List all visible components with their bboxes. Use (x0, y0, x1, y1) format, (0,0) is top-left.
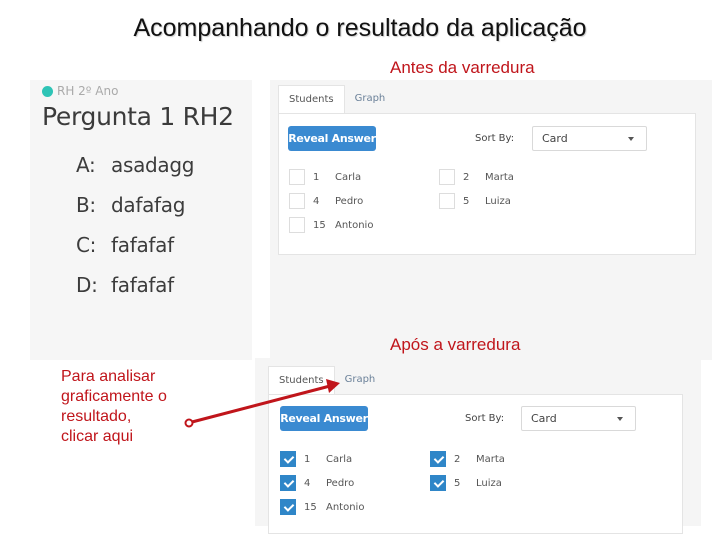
results-panel-before: Students Graph Reveal Answer Sort By: Ca… (270, 80, 712, 360)
class-label: RH 2º Ano (57, 84, 119, 98)
student-item[interactable]: 1 Carla (289, 169, 361, 185)
status-dot-icon (42, 85, 53, 97)
sort-value: Card (531, 412, 557, 425)
checkbox-checked[interactable] (280, 451, 296, 467)
student-name: Pedro (335, 195, 364, 207)
option-text: fafafaf (111, 273, 174, 297)
sort-by-select[interactable]: Card (532, 126, 647, 151)
tab-bar: Students Graph (278, 85, 395, 113)
checkbox-checked[interactable] (430, 475, 446, 491)
student-name: Luiza (476, 477, 502, 489)
note-line: resultado, (61, 408, 132, 425)
student-name: Antonio (335, 219, 374, 231)
student-number: 5 (463, 195, 470, 207)
student-name: Antonio (326, 501, 365, 513)
student-item[interactable]: 2 Marta (430, 451, 505, 467)
students-card: Reveal Answer Sort By: Card 1 Carla 4 Pedr… (268, 394, 683, 534)
reveal-answer-button[interactable]: Reveal Answer (280, 406, 368, 431)
student-item[interactable]: 5 Luiza (430, 475, 502, 491)
slide-title: Acompanhando o resultado da aplicação (133, 14, 587, 42)
student-name: Luiza (485, 195, 511, 207)
student-number: 15 (304, 501, 317, 513)
student-name: Carla (335, 171, 362, 183)
student-item[interactable]: 15 Antonio (280, 499, 364, 515)
student-number: 1 (313, 171, 320, 183)
tab-graph[interactable]: Graph (345, 85, 396, 113)
sort-by-label: Sort By: (475, 133, 515, 144)
option-letter: C: (76, 233, 97, 257)
student-number: 2 (454, 453, 461, 465)
annotation-note: Para analisar graficamente o resultado, … (61, 367, 167, 447)
answer-options: A: asadagg B: dafafag C: fafafaf D: fafafaf (76, 153, 194, 313)
student-number: 2 (463, 171, 470, 183)
checkbox[interactable] (439, 193, 455, 209)
option-a: A: asadagg (76, 153, 194, 193)
student-item[interactable]: 4 Pedro (280, 475, 354, 491)
option-b: B: dafafag (76, 193, 194, 233)
student-name: Pedro (326, 477, 355, 489)
option-letter: B: (76, 193, 96, 217)
checkbox-checked[interactable] (430, 451, 446, 467)
student-name: Marta (476, 453, 505, 465)
option-text: dafafag (111, 193, 186, 217)
students-card: Reveal Answer Sort By: Card 1 Carla 4 Pedr… (278, 113, 696, 255)
results-panel-after: Students Graph Reveal Answer Sort By: Ca… (255, 358, 701, 534)
student-number: 4 (313, 195, 320, 207)
tab-students[interactable]: Students (278, 85, 345, 113)
option-letter: D: (76, 273, 98, 297)
sort-value: Card (542, 132, 568, 145)
option-text: asadagg (111, 153, 195, 177)
tab-bar: Students Graph (268, 366, 385, 394)
tab-graph[interactable]: Graph (335, 366, 386, 394)
option-letter: A: (76, 153, 96, 177)
option-d: D: fafafaf (76, 273, 194, 313)
option-c: C: fafafaf (76, 233, 194, 273)
caption-after: Após a varredura (390, 335, 521, 354)
option-text: fafafaf (111, 233, 174, 257)
class-tag: RH 2º Ano (42, 84, 118, 98)
checkbox[interactable] (289, 193, 305, 209)
checkbox-checked[interactable] (280, 475, 296, 491)
student-name: Carla (326, 453, 353, 465)
student-number: 1 (304, 453, 311, 465)
question-title: Pergunta 1 RH2 (42, 102, 234, 131)
sort-by-select[interactable]: Card (521, 406, 636, 431)
note-line: clicar aqui (61, 428, 134, 445)
checkbox-checked[interactable] (280, 499, 296, 515)
student-item[interactable]: 1 Carla (280, 451, 352, 467)
note-line: Para analisar (61, 368, 156, 385)
student-name: Marta (485, 171, 514, 183)
caret-down-icon (617, 416, 623, 421)
student-number: 15 (313, 219, 326, 231)
student-item[interactable]: 15 Antonio (289, 217, 373, 233)
student-item[interactable]: 4 Pedro (289, 193, 363, 209)
checkbox[interactable] (439, 169, 455, 185)
student-number: 5 (454, 477, 461, 489)
checkbox[interactable] (289, 217, 305, 233)
checkbox[interactable] (289, 169, 305, 185)
sort-by-label: Sort By: (465, 413, 505, 424)
caret-down-icon (628, 136, 634, 141)
caption-before: Antes da varredura (390, 58, 535, 77)
student-item[interactable]: 2 Marta (439, 169, 514, 185)
question-panel: RH 2º Ano Pergunta 1 RH2 A: asadagg B: daf… (30, 80, 252, 360)
tab-students[interactable]: Students (268, 366, 335, 394)
student-number: 4 (304, 477, 311, 489)
reveal-answer-button[interactable]: Reveal Answer (288, 126, 376, 151)
student-item[interactable]: 5 Luiza (439, 193, 511, 209)
note-line: graficamente o (61, 388, 167, 405)
